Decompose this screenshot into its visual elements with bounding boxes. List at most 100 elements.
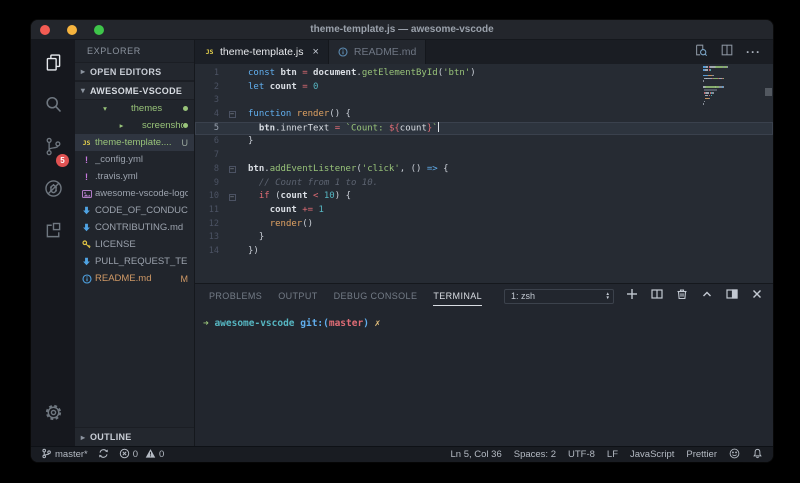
open-editors-label: OPEN EDITORS: [90, 67, 161, 77]
tree-item-code-of-conduct[interactable]: CODE_OF_CONDUCT....: [75, 202, 194, 219]
tree-item-themes[interactable]: ▾themes: [75, 100, 194, 117]
js-icon: JS: [204, 48, 215, 56]
panel-tab-terminal[interactable]: TERMINAL: [433, 285, 482, 308]
markdown-down-arrow-icon: [81, 257, 92, 267]
status-spaces-2[interactable]: Spaces: 2: [514, 449, 556, 460]
code-line-7[interactable]: 7: [195, 149, 773, 163]
more-actions-button[interactable]: ···: [746, 45, 761, 59]
code-line-10[interactable]: 10− if (count < 10) {: [195, 190, 773, 204]
git-status-badge: U: [182, 138, 189, 148]
prompt-segment: master: [329, 318, 363, 329]
git-status-dot: [183, 123, 188, 128]
activity-bar: 5: [31, 40, 75, 446]
status-prettier[interactable]: Prettier: [686, 449, 717, 460]
new-terminal-button[interactable]: [626, 287, 638, 305]
tree-item-theme-template[interactable]: JStheme-template....U: [75, 134, 194, 151]
file-name: _config.yml: [95, 154, 188, 165]
image-icon: [81, 189, 92, 199]
status-bar: master* 0: [31, 446, 773, 462]
open-preview-button[interactable]: [694, 43, 708, 62]
toggle-panel-position-button[interactable]: [726, 287, 738, 305]
kill-terminal-button[interactable]: [676, 287, 688, 305]
code-line-8[interactable]: 8−btn.addEventListener('click', () => {: [195, 163, 773, 177]
tree-item-pull-request-temp[interactable]: PULL_REQUEST_TEMP...: [75, 253, 194, 270]
source-control-activity-button[interactable]: 5: [33, 128, 73, 170]
sync-button[interactable]: [98, 448, 109, 462]
status-utf-8[interactable]: UTF-8: [568, 449, 595, 460]
tree-item-readme-md[interactable]: README.mdM: [75, 270, 194, 287]
maximize-panel-button[interactable]: [701, 287, 713, 305]
tree-item-awesome-vscode-logo[interactable]: awesome-vscode-logo...: [75, 185, 194, 202]
tree-item-config-yml[interactable]: !_config.yml: [75, 151, 194, 168]
search-activity-button[interactable]: [33, 86, 73, 128]
workspace-root-section[interactable]: ▾ AWESOME-VSCODE: [75, 81, 194, 100]
explorer-activity-button[interactable]: [33, 44, 73, 86]
zoom-window-button[interactable]: [94, 25, 104, 35]
fold-gutter: [225, 67, 239, 81]
line-number: 7: [195, 149, 225, 163]
panel-tab-debug-console[interactable]: DEBUG CONSOLE: [334, 285, 418, 308]
outline-label: OUTLINE: [90, 432, 132, 442]
screenshot-root: theme-template.js — awesome-vscode: [0, 0, 800, 483]
fold-gutter: [225, 177, 239, 191]
feedback-smiley-button[interactable]: [729, 448, 740, 462]
code-line-13[interactable]: 13 }: [195, 231, 773, 245]
scrollbar-thumb[interactable]: [765, 88, 772, 96]
notifications-bell-button[interactable]: [752, 448, 763, 462]
fold-icon[interactable]: −: [225, 163, 239, 177]
settings-button[interactable]: [33, 394, 73, 436]
code-line-9[interactable]: 9 // Count from 1 to 10.: [195, 177, 773, 191]
code-line-12[interactable]: 12 render(): [195, 218, 773, 232]
terminal-shell-select[interactable]: 1: zsh ▲▼: [504, 289, 614, 304]
tree-item-contributing-md[interactable]: CONTRIBUTING.md: [75, 219, 194, 236]
open-editors-section[interactable]: ▸ OPEN EDITORS: [75, 62, 194, 81]
panel-tab-problems[interactable]: PROBLEMS: [209, 285, 262, 308]
close-window-button[interactable]: [40, 25, 50, 35]
chevron-down-icon: ▾: [79, 86, 87, 95]
code-line-1[interactable]: 1const btn = document.getElementById('bt…: [195, 67, 773, 81]
explorer-title: EXPLORER: [75, 40, 194, 62]
bottom-panel: PROBLEMS OUTPUT DEBUG CONSOLE TERMINAL 1: z…: [195, 283, 773, 446]
code-line-2[interactable]: 2let count = 0: [195, 81, 773, 95]
panel-tab-output[interactable]: OUTPUT: [278, 285, 317, 308]
code-line-14[interactable]: 14}): [195, 245, 773, 259]
close-tab-icon[interactable]: ×: [312, 46, 318, 58]
tab-readme-md[interactable]: README.md: [329, 40, 426, 64]
status-javascript[interactable]: JavaScript: [630, 449, 674, 460]
tab-theme-template-js[interactable]: JS theme-template.js ×: [195, 40, 329, 64]
minimize-window-button[interactable]: [67, 25, 77, 35]
close-panel-button[interactable]: [751, 287, 763, 305]
file-name: CONTRIBUTING.md: [95, 222, 188, 233]
line-number: 13: [195, 231, 225, 245]
yaml-icon: !: [81, 155, 92, 165]
split-editor-button[interactable]: [720, 43, 734, 62]
status-ln-5-col-36[interactable]: Ln 5, Col 36: [451, 449, 502, 460]
code-line-11[interactable]: 11 count += 1: [195, 204, 773, 218]
code-lines: 1const btn = document.getElementById('bt…: [195, 67, 773, 259]
tree-item-screenshots[interactable]: ▸screenshots: [75, 117, 194, 134]
vscode-window: theme-template.js — awesome-vscode: [31, 20, 773, 462]
debug-activity-button[interactable]: [33, 170, 73, 212]
git-branch-status[interactable]: master*: [41, 448, 88, 462]
minimap[interactable]: [703, 66, 759, 106]
tree-item-license[interactable]: LICENSE: [75, 236, 194, 253]
terminal-content[interactable]: ➜ awesome-vscode git:(master) ✗: [195, 308, 773, 446]
warning-icon: [145, 448, 156, 462]
code-line-4[interactable]: 4−function render() {: [195, 108, 773, 122]
chevron-right-icon: ▸: [79, 67, 87, 76]
extensions-activity-button[interactable]: [33, 212, 73, 254]
status-lf[interactable]: LF: [607, 449, 618, 460]
fold-icon[interactable]: −: [225, 190, 239, 204]
outline-section[interactable]: ▸ OUTLINE: [75, 427, 194, 446]
fold-gutter: [225, 94, 239, 108]
code-line-6[interactable]: 6}: [195, 135, 773, 149]
code-line-3[interactable]: 3: [195, 94, 773, 108]
fold-icon[interactable]: −: [225, 108, 239, 122]
tree-item-travis-yml[interactable]: !.travis.yml: [75, 168, 194, 185]
line-number: 12: [195, 218, 225, 232]
code-editor[interactable]: 1const btn = document.getElementById('bt…: [195, 64, 773, 283]
fold-gutter: [225, 81, 239, 95]
problems-status[interactable]: 0 0: [119, 448, 165, 462]
code-line-5[interactable]: 5 btn.innerText = `Count: ${count}`: [195, 122, 773, 136]
split-terminal-button[interactable]: [651, 287, 663, 305]
